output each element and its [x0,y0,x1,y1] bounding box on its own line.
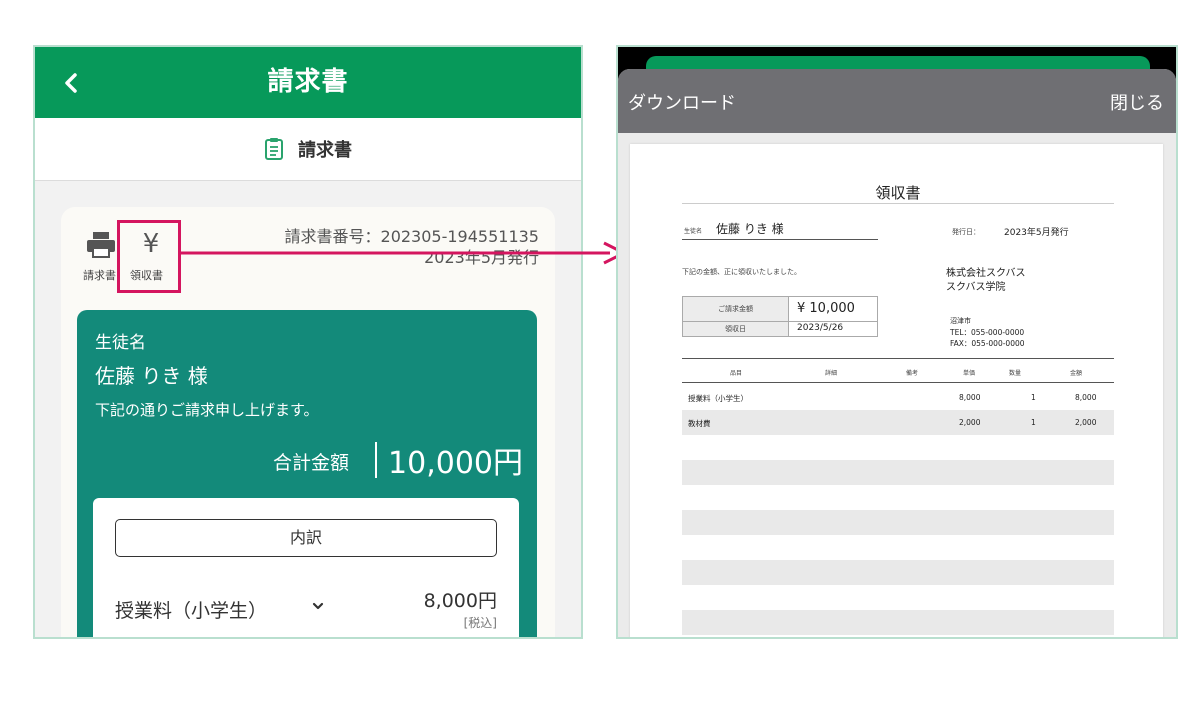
row-amount: 8,000 [1075,393,1097,402]
row-unit-price: 8,000 [959,393,981,402]
invoice-summary-panel: 生徒名 佐藤 りき 様 下記の通りご請求申し上げます。 合計金額 10,000円… [77,310,537,637]
total-amount: 10,000円 [388,446,523,481]
student-name: 佐藤 りき 様 [95,364,208,388]
total-label: 合計金額 [272,452,349,474]
receipt-title: 領収書 [682,182,1114,204]
received-value: 2023/5/26 [797,323,844,333]
row-item: 授業料（小学生） [688,394,748,403]
empty-table-row [682,510,1114,535]
close-button[interactable]: 閉じる [1110,89,1164,115]
modal-toolbar: ダウンロード 閉じる [618,69,1176,133]
received-row: 領収日 2023/5/26 [683,322,877,336]
row-item: 教材費 [688,419,711,428]
issuer-city: 沼津市 [950,317,971,325]
invoice-screen: 請求書 請求書 請求書 ¥ 領収書 請求書番号：202305-194551135… [33,45,583,639]
student-label: 生徒名 [95,333,146,353]
table-row: 授業料（小学生） 8,000 1 8,000 [682,385,1114,410]
receipt-issue-value: 2023年5月発行 [1004,228,1069,238]
download-button[interactable]: ダウンロード [628,89,736,115]
total-divider [375,442,377,478]
receipt-highlight-frame [117,220,181,293]
student-underline [682,239,878,240]
receipt-modal: ダウンロード 閉じる 領収書 生徒名 佐藤 りき 様 発行日： 2023年5月発… [618,69,1176,637]
print-invoice-label[interactable]: 請求書 [83,267,116,283]
page-title: 請求書 [267,67,349,97]
column-header-detail: 詳細 [825,370,838,377]
breakdown-box: 内訳 授業料（小学生） 8,000円 [税込] [93,498,519,637]
table-row: 教材費 2,000 1 2,000 [682,410,1114,435]
amount-label: ご請求金額 [683,297,789,321]
amount-row: ご請求金額 ¥ 10,000 [683,297,877,322]
line-item-tax-note: [税込] [463,616,497,630]
empty-table-row [682,560,1114,585]
row-unit-price: 2,000 [959,418,981,427]
amount-value: ¥ 10,000 [797,301,855,316]
pointer-arrow [178,241,628,265]
greeting-text: 下記の通りご請求申し上げます。 [95,401,319,419]
column-header-quantity: 数量 [1009,370,1022,377]
invoice-card: 請求書 ¥ 領収書 請求書番号：202305-194551135 2023年5月… [61,207,555,637]
receipt-issue-label: 発行日： [952,228,980,236]
line-item-name[interactable]: 授業料（小学生） [115,596,267,623]
chevron-down-icon[interactable] [311,599,325,613]
invoice-section-header: 請求書 [35,118,581,181]
printer-icon[interactable] [85,231,117,259]
received-label: 領収日 [683,322,789,336]
table-header-rule [682,382,1114,383]
line-item-price: 8,000円 [423,590,497,612]
receipt-note: 下記の金額、正に領収いたしました。 [682,268,801,276]
receipt-student-label: 生徒名 [684,228,703,235]
row-quantity: 1 [1031,393,1036,402]
amount-table: ご請求金額 ¥ 10,000 領収日 2023/5/26 [682,296,878,337]
receipt-student-name: 佐藤 りき 様 [716,222,784,236]
row-quantity: 1 [1031,418,1036,427]
app-header: 請求書 [35,47,581,118]
column-header-unit-price: 単価 [963,370,976,377]
empty-table-row [682,460,1114,485]
column-header-remarks: 備考 [906,370,919,377]
breakdown-button[interactable]: 内訳 [115,519,497,557]
receipt-preview-screen: ダウンロード 閉じる 領収書 生徒名 佐藤 りき 様 発行日： 2023年5月発… [616,45,1178,639]
empty-table-row [682,610,1114,635]
issuer-tel: TEL：055-000-0000 [950,328,1025,337]
row-amount: 2,000 [1075,418,1097,427]
table-top-rule [682,358,1114,359]
issuer-company: 株式会社スクバス [946,268,1026,279]
receipt-document: 領収書 生徒名 佐藤 りき 様 発行日： 2023年5月発行 下記の金額、正に領… [630,144,1163,637]
column-header-amount: 金額 [1070,370,1083,377]
issuer-school: スクバス学院 [946,282,1006,293]
document-icon [265,138,283,160]
issuer-fax: FAX：055-000-0000 [950,339,1025,348]
column-header-item: 品目 [730,370,743,377]
section-label: 請求書 [298,140,352,161]
